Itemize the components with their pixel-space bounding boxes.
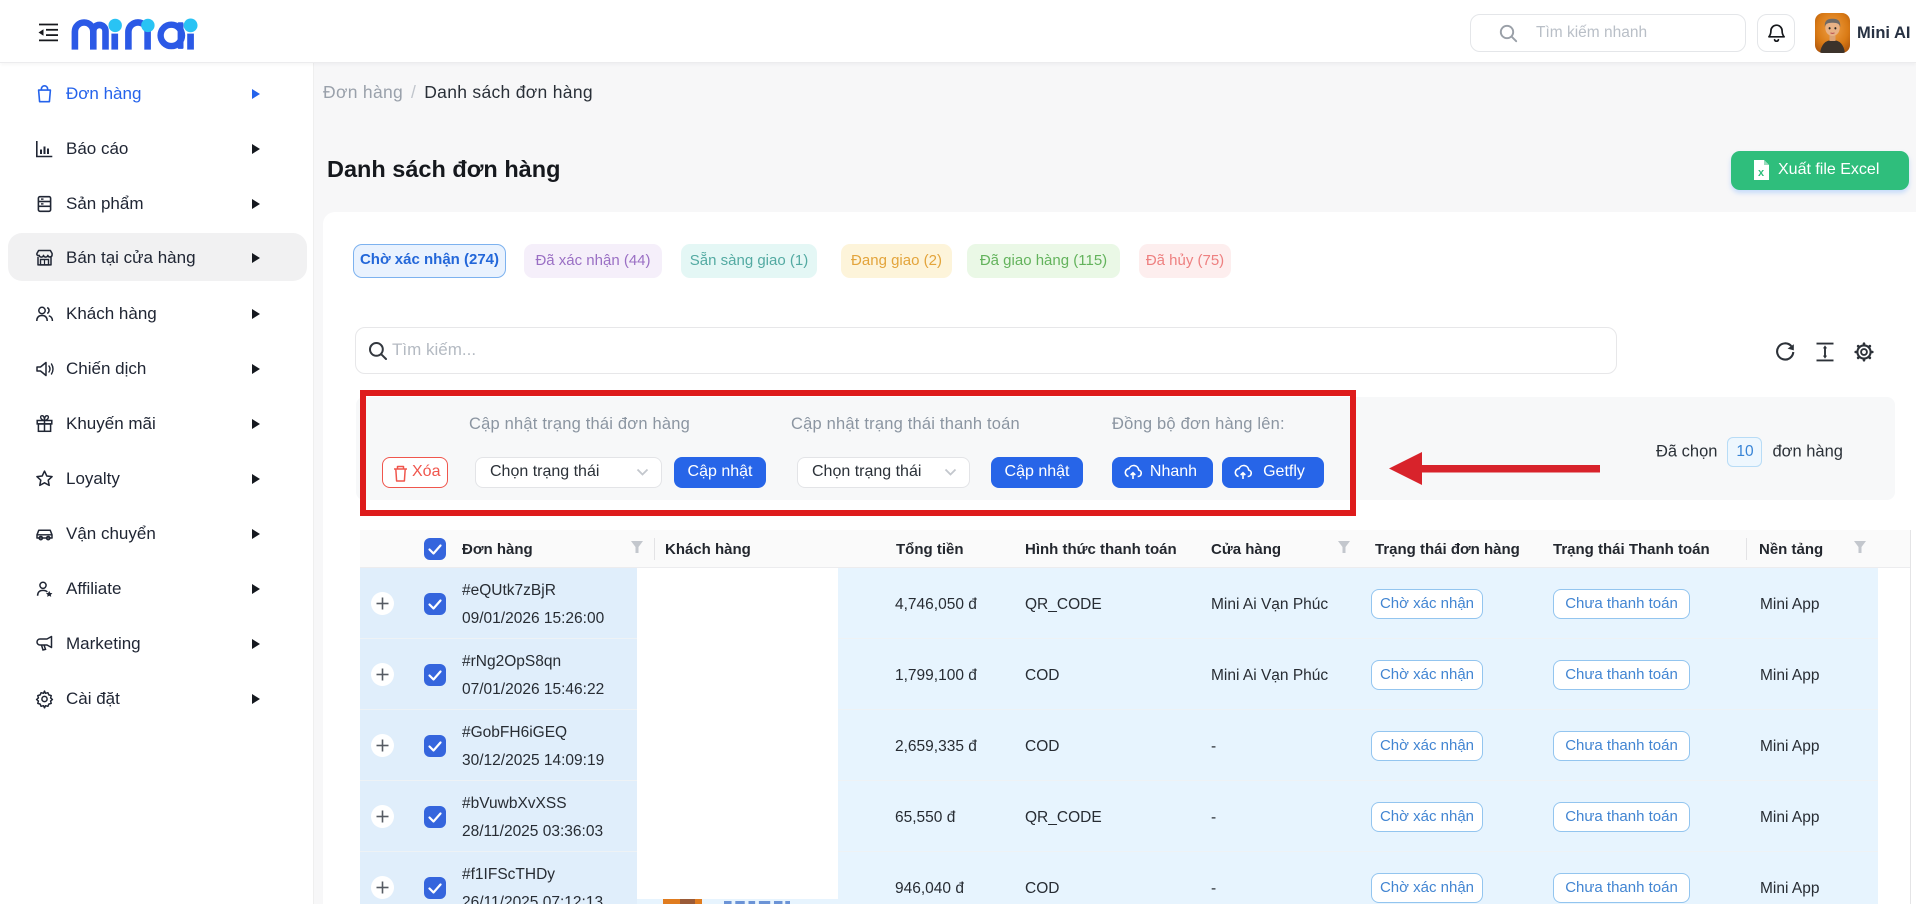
svg-text:x: x	[1758, 167, 1765, 179]
